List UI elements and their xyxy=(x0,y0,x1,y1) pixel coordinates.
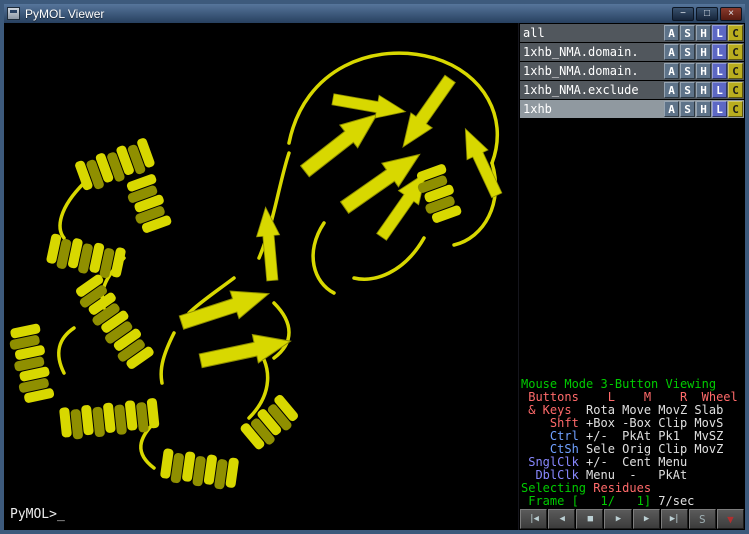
step-forward-button[interactable]: ▶ xyxy=(633,509,660,529)
object-row-domain-2[interactable]: 1xhb_NMA.domain. A S H L C xyxy=(520,62,744,80)
object-row-domain-1[interactable]: 1xhb_NMA.domain. A S H L C xyxy=(520,43,744,61)
color-button[interactable]: C xyxy=(728,82,743,98)
action-button[interactable]: A xyxy=(664,101,679,117)
hide-button[interactable]: H xyxy=(696,25,711,41)
close-button[interactable]: × xyxy=(720,7,742,21)
app-icon xyxy=(7,7,20,20)
object-row-all[interactable]: all A S H L C xyxy=(520,24,744,42)
rewind-button[interactable]: |◀ xyxy=(520,509,547,529)
object-label[interactable]: all xyxy=(520,26,664,40)
label-button[interactable]: L xyxy=(712,63,727,79)
action-button[interactable]: A xyxy=(664,82,679,98)
show-button[interactable]: S xyxy=(680,25,695,41)
object-list: all A S H L C 1xhb_NMA.domain. A S H xyxy=(519,23,745,119)
show-button[interactable]: S xyxy=(680,44,695,60)
hide-button[interactable]: H xyxy=(696,101,711,117)
action-button[interactable]: A xyxy=(664,63,679,79)
minimize-button[interactable]: − xyxy=(672,7,694,21)
label-button[interactable]: L xyxy=(712,44,727,60)
play-button[interactable]: ▶ xyxy=(604,509,631,529)
control-panel: all A S H L C 1xhb_NMA.domain. A S H xyxy=(518,23,745,530)
color-button[interactable]: C xyxy=(728,63,743,79)
protein-beta-sheets xyxy=(177,72,507,375)
object-row-exclude[interactable]: 1xhb_NMA.exclude A S H L C xyxy=(520,81,744,99)
color-button[interactable]: C xyxy=(728,101,743,117)
object-row-1xhb[interactable]: 1xhb A S H L C xyxy=(520,100,744,118)
viewport-3d[interactable]: PyMOL>_ xyxy=(4,23,518,530)
label-button[interactable]: L xyxy=(712,25,727,41)
show-button[interactable]: S xyxy=(680,101,695,117)
label-button[interactable]: L xyxy=(712,101,727,117)
hide-button[interactable]: H xyxy=(696,44,711,60)
window-title: PyMOL Viewer xyxy=(25,7,667,21)
show-button[interactable]: S xyxy=(680,63,695,79)
label-button[interactable]: L xyxy=(712,82,727,98)
hide-button[interactable]: H xyxy=(696,82,711,98)
mouse-mode-panel: Mouse Mode 3-Button Viewing Buttons L M … xyxy=(519,378,745,508)
color-button[interactable]: C xyxy=(728,44,743,60)
show-button[interactable]: S xyxy=(680,82,695,98)
end-button[interactable]: ▶| xyxy=(661,509,688,529)
pymol-window: PyMOL Viewer − □ × xyxy=(0,0,749,534)
movie-controls: |◀ ◀ ■ ▶ ▶ ▶| S ▼ xyxy=(519,508,745,530)
hide-button[interactable]: H xyxy=(696,63,711,79)
command-prompt[interactable]: PyMOL>_ xyxy=(10,507,65,522)
action-button[interactable]: A xyxy=(664,44,679,60)
stop-button[interactable]: ■ xyxy=(576,509,603,529)
action-button[interactable]: A xyxy=(664,25,679,41)
color-button[interactable]: C xyxy=(728,25,743,41)
object-label[interactable]: 1xhb_NMA.domain. xyxy=(520,45,664,59)
frame-counter-line[interactable]: Frame [ 1/ 1] 7/sec xyxy=(521,495,745,508)
scene-button[interactable]: S xyxy=(689,509,716,529)
protein-structure xyxy=(4,23,518,530)
maximize-button[interactable]: □ xyxy=(696,7,718,21)
title-bar[interactable]: PyMOL Viewer − □ × xyxy=(4,4,745,23)
object-label[interactable]: 1xhb_NMA.exclude xyxy=(520,83,664,97)
step-back-button[interactable]: ◀ xyxy=(548,509,575,529)
object-label[interactable]: 1xhb xyxy=(520,102,664,116)
panel-toggle-button[interactable]: ▼ xyxy=(717,509,744,529)
object-label[interactable]: 1xhb_NMA.domain. xyxy=(520,64,664,78)
panel-spacer xyxy=(519,119,745,378)
